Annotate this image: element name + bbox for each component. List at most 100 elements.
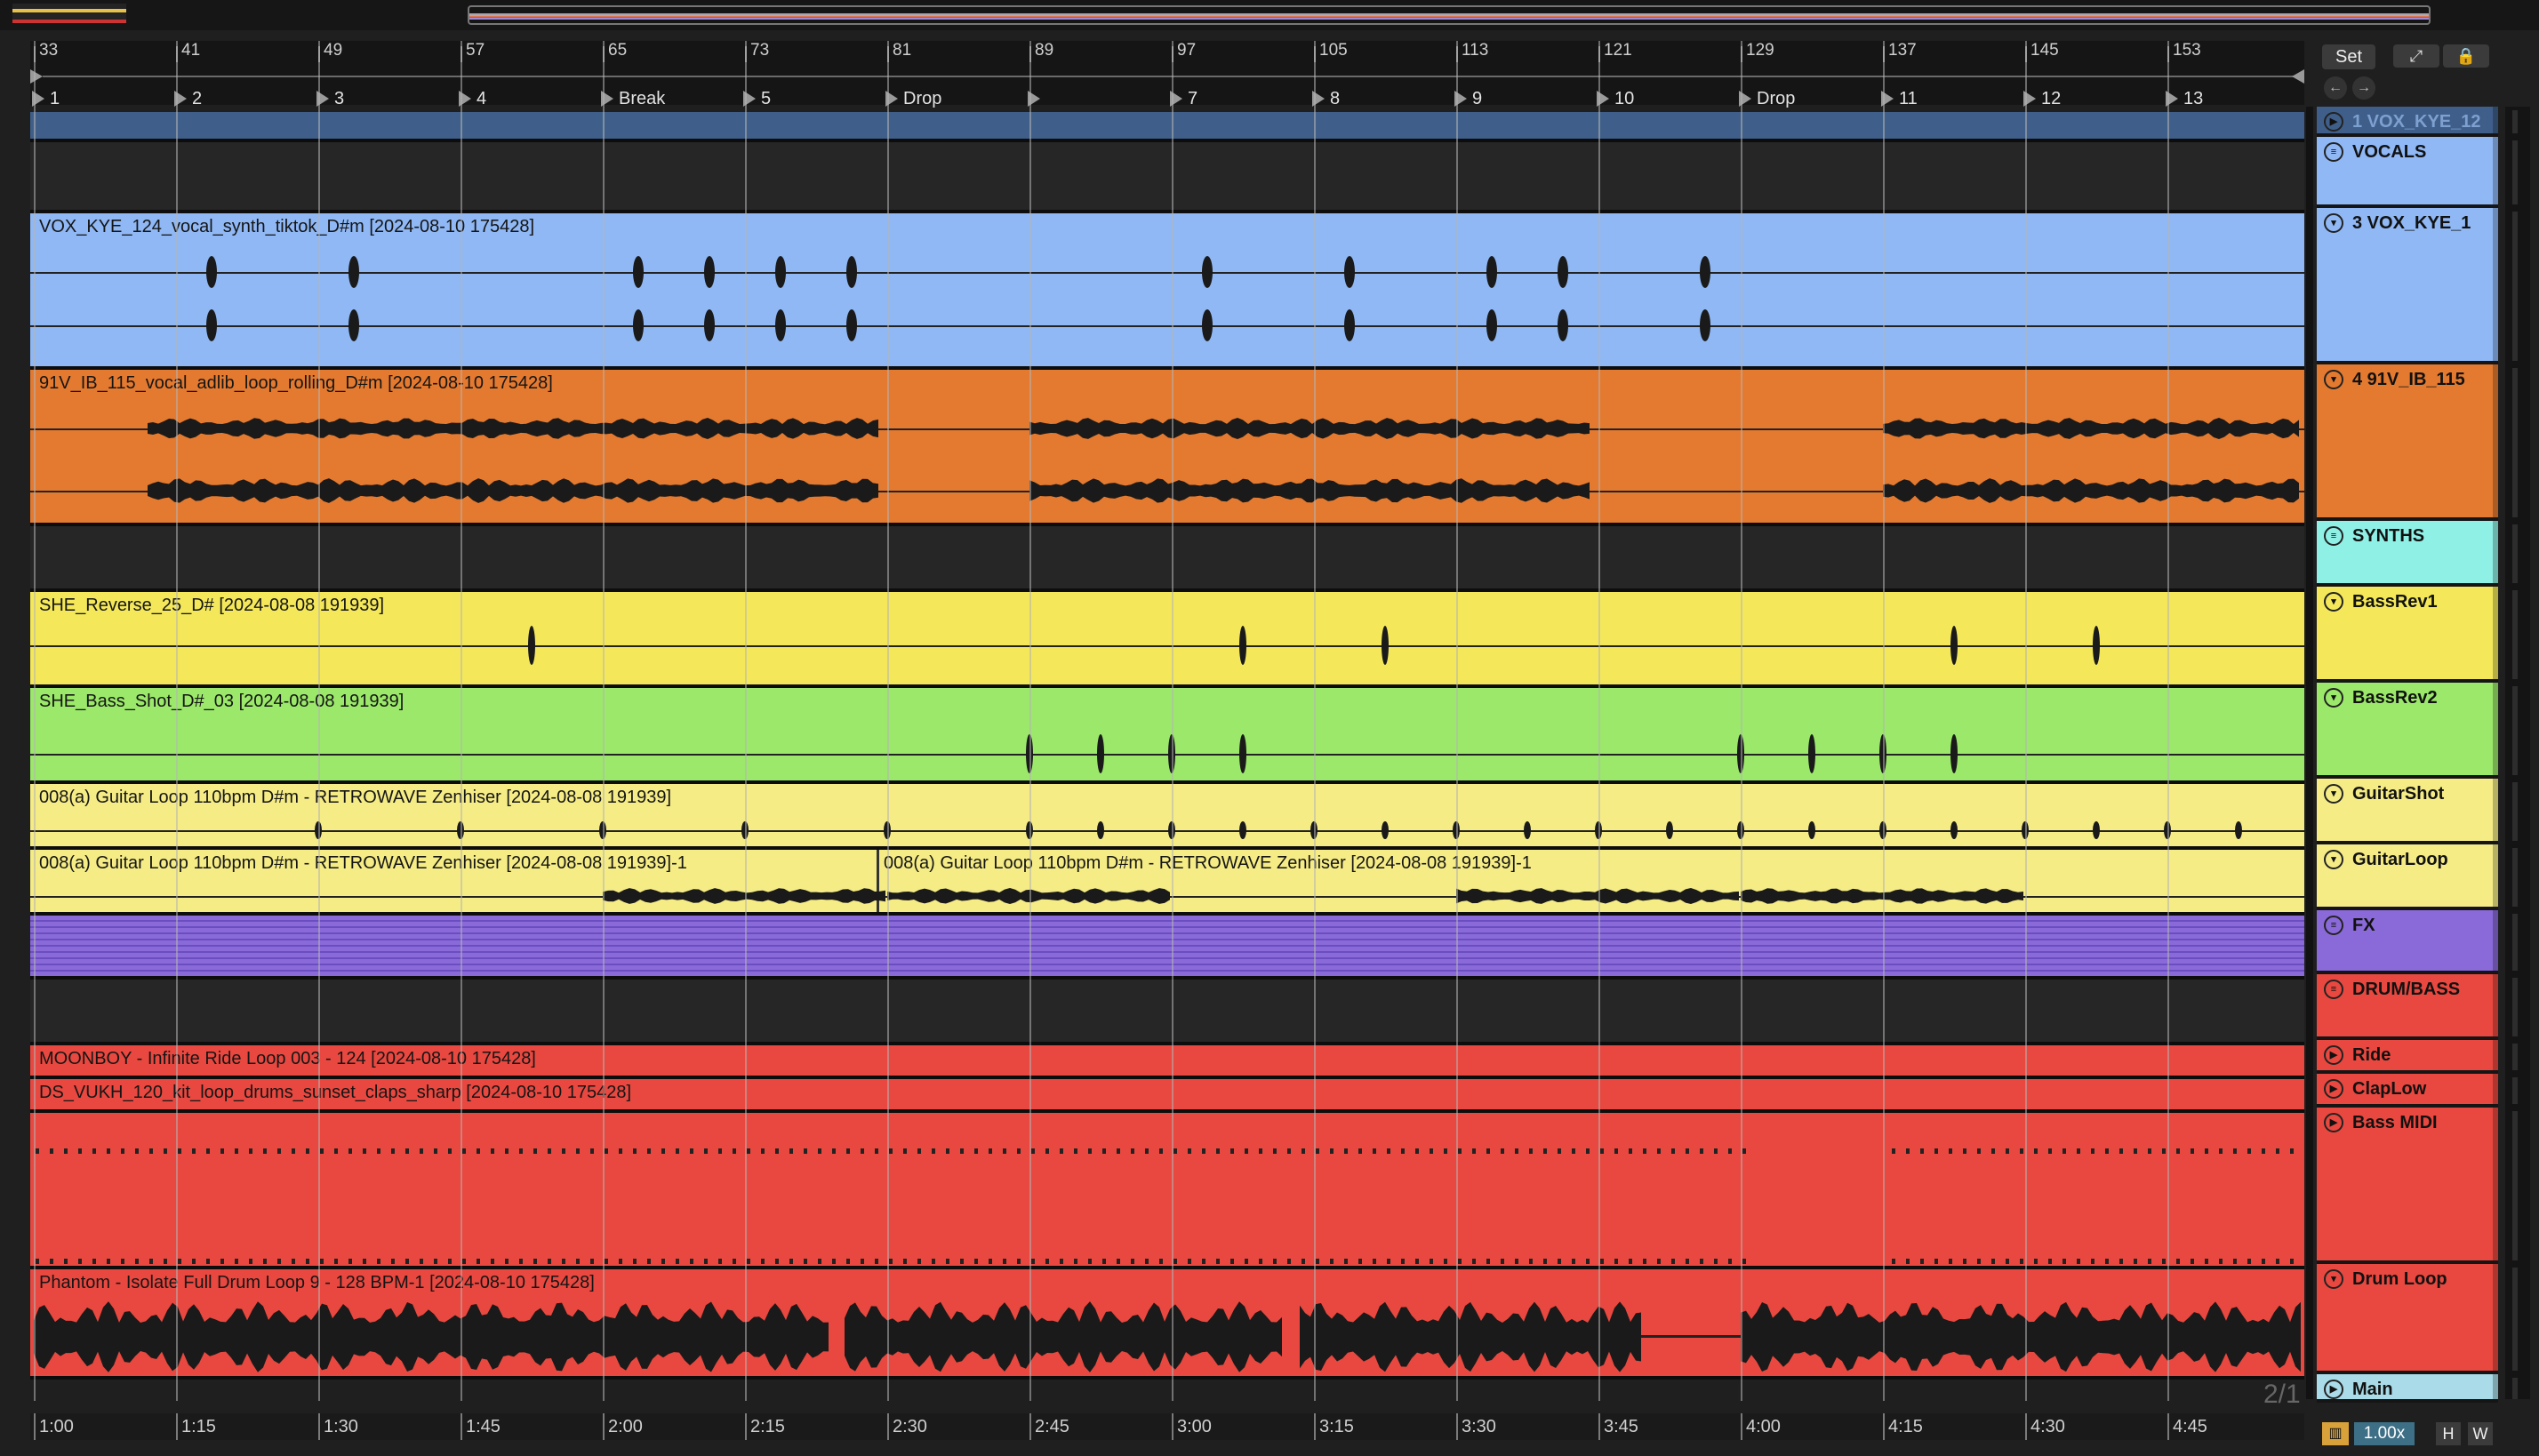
time-label: 2:30 — [893, 1417, 927, 1436]
track-header[interactable]: ▶ Ride — [2317, 1040, 2498, 1074]
track-fold-icon[interactable]: ▾ — [2324, 370, 2343, 389]
track-fold-icon[interactable]: ▶ — [2324, 1079, 2343, 1099]
track-header[interactable]: ▶ ClapLow — [2317, 1074, 2498, 1108]
track-header[interactable]: ▾ BassRev1 — [2317, 587, 2498, 683]
track-fold-icon[interactable]: ▾ — [2324, 592, 2343, 612]
track-header[interactable]: ▶ Bass MIDI — [2317, 1108, 2498, 1264]
clip-bass-shot[interactable]: SHE_Bass_Shot_D#_03 [2024-08-08 191939] — [30, 688, 2304, 784]
time-tick — [2025, 1413, 2027, 1440]
track-header[interactable]: ▾ Drum Loop — [2317, 1264, 2498, 1374]
track-name: Bass MIDI — [2352, 1113, 2438, 1132]
level-meter — [2512, 110, 2518, 133]
lane-synths-group[interactable] — [30, 526, 2304, 592]
locator-marker[interactable]: 3 — [313, 87, 344, 110]
track-fold-icon[interactable]: ▾ — [2324, 784, 2343, 804]
clip-adlib[interactable]: 91V_IB_115_vocal_adlib_loop_rolling_D#m … — [30, 370, 2304, 526]
clip-reverse[interactable]: SHE_Reverse_25_D# [2024-08-08 191939] — [30, 592, 2304, 688]
track-color-strip — [2493, 587, 2498, 679]
w-button[interactable]: W — [2468, 1422, 2493, 1445]
lane-vocals-group[interactable] — [30, 142, 2304, 213]
lane-drum-bass-group[interactable] — [30, 980, 2304, 1045]
clip-guitar-shot[interactable]: 008(a) Guitar Loop 110bpm D#m - RETROWAV… — [30, 784, 2304, 850]
track-header[interactable]: ▾ 4 91V_IB_115 — [2317, 364, 2498, 521]
group-fold-icon[interactable]: ≡ — [2324, 980, 2343, 999]
nav-forward-icon[interactable]: → — [2352, 76, 2375, 100]
locator-marker[interactable]: 2 — [171, 87, 202, 110]
clip-bass-midi[interactable] — [30, 1113, 2304, 1269]
locator-marker[interactable]: 11 — [1878, 87, 1918, 110]
level-meter — [2512, 978, 2518, 1036]
track-header[interactable]: ▾ BassRev2 — [2317, 683, 2498, 779]
track-header[interactable]: ▶ 1 VOX_KYE_12 — [2317, 107, 2498, 137]
locator-marker[interactable]: 13 — [2162, 87, 2203, 110]
level-meter — [2512, 212, 2518, 361]
locator-marker[interactable]: 7 — [1166, 87, 1197, 110]
track-name: FX — [2352, 916, 2375, 935]
time-label: 4:45 — [2173, 1417, 2207, 1436]
clip-guitar-loop[interactable]: 008(a) Guitar Loop 110bpm D#m - RETROWAV… — [30, 850, 2304, 916]
track-fold-icon[interactable]: ▾ — [2324, 688, 2343, 708]
group-fold-icon[interactable]: ≡ — [2324, 526, 2343, 546]
time-tick — [176, 1413, 178, 1440]
track-color-strip — [2493, 521, 2498, 583]
locator-marker[interactable]: Drop — [1735, 87, 1795, 110]
track-header[interactable]: ▾ 3 VOX_KYE_1 — [2317, 208, 2498, 364]
set-button[interactable]: Set — [2322, 44, 2375, 69]
locator-row[interactable]: 1 2 3 4 Break 5 Drop 7 8 9 10 Drop 11 12 13 — [30, 0, 2304, 116]
clip-ride[interactable]: MOONBOY - Infinite Ride Loop 003 - 124 [… — [30, 1045, 2304, 1079]
track-fold-icon[interactable]: ▶ — [2324, 1045, 2343, 1065]
track-header[interactable]: ≡ SYNTHS — [2317, 521, 2498, 587]
time-label: 2:45 — [1035, 1417, 1069, 1436]
track-name: BassRev2 — [2352, 688, 2438, 708]
time-tick — [1456, 1413, 1458, 1440]
time-tick — [745, 1413, 747, 1440]
clip-drum-loop[interactable]: Phantom - Isolate Full Drum Loop 9 - 128… — [30, 1269, 2304, 1380]
level-meter — [2512, 1378, 2518, 1399]
time-tick — [1883, 1413, 1885, 1440]
lock-icon[interactable]: 🔒 — [2443, 44, 2489, 68]
locator-marker[interactable]: 4 — [455, 87, 486, 110]
track-name: BassRev1 — [2352, 592, 2438, 612]
track-fold-icon[interactable]: ▶ — [2324, 1113, 2343, 1132]
track-header[interactable]: ▾ GuitarShot — [2317, 779, 2498, 844]
lane-fx[interactable] — [30, 916, 2304, 980]
lane-vox-kye-12[interactable] — [30, 112, 2304, 142]
locator-marker[interactable]: 10 — [1593, 87, 1634, 110]
level-meter — [2512, 1077, 2518, 1104]
clip-vox[interactable]: VOX_KYE_124_vocal_synth_tiktok_D#m [2024… — [30, 213, 2304, 370]
time-label: 1:15 — [181, 1417, 216, 1436]
time-ruler[interactable]: 1:00 1:15 1:30 1:45 2:00 2:15 2:30 2:45 3:00 3:15… — [30, 1413, 2304, 1440]
track-fold-icon[interactable]: ▾ — [2324, 1269, 2343, 1289]
expand-icon[interactable]: ⤢ — [2393, 44, 2439, 68]
track-header[interactable]: ≡ VOCALS — [2317, 137, 2498, 208]
track-fold-icon[interactable]: ▶ — [2324, 1380, 2343, 1399]
locator-marker[interactable]: 8 — [1309, 87, 1340, 110]
clip-claps[interactable]: DS_VUKH_120_kit_loop_drums_sunset_claps_… — [30, 1079, 2304, 1113]
track-header[interactable]: ≡ DRUM/BASS — [2317, 974, 2498, 1040]
track-name: ClapLow — [2352, 1079, 2427, 1099]
track-fold-icon[interactable]: ▶ — [2324, 112, 2343, 132]
track-header[interactable]: ▾ GuitarLoop — [2317, 844, 2498, 910]
track-header[interactable]: ▶ Main — [2317, 1374, 2498, 1403]
time-tick — [1741, 1413, 1742, 1440]
track-header[interactable]: ≡ FX — [2317, 910, 2498, 974]
nav-back-icon[interactable]: ← — [2324, 76, 2347, 100]
track-color-strip — [2493, 1074, 2498, 1104]
locator-marker[interactable] — [1024, 87, 1045, 110]
zoom-icon[interactable]: ▥ — [2322, 1422, 2349, 1445]
locator-marker[interactable]: Break — [597, 87, 665, 110]
group-fold-icon[interactable]: ≡ — [2324, 142, 2343, 162]
locator-marker[interactable]: 1 — [28, 87, 60, 110]
group-fold-icon[interactable]: ≡ — [2324, 916, 2343, 935]
track-fold-icon[interactable]: ▾ — [2324, 213, 2343, 233]
h-button[interactable]: H — [2436, 1422, 2461, 1445]
locator-marker[interactable]: 9 — [1451, 87, 1482, 110]
locator-marker[interactable]: Drop — [882, 87, 941, 110]
vertical-scrollbar[interactable] — [2306, 107, 2313, 1399]
locator-marker[interactable]: 5 — [740, 87, 771, 110]
track-fold-icon[interactable]: ▾ — [2324, 850, 2343, 869]
track-name: GuitarLoop — [2352, 850, 2448, 869]
locator-marker[interactable]: 12 — [2020, 87, 2061, 110]
track-header-column: ▶ 1 VOX_KYE_12 ≡ VOCALS ▾ 3 VOX_KYE_1 ▾ 4 91V_I… — [2317, 107, 2498, 1403]
zoom-level[interactable]: 1.00x — [2354, 1422, 2415, 1445]
